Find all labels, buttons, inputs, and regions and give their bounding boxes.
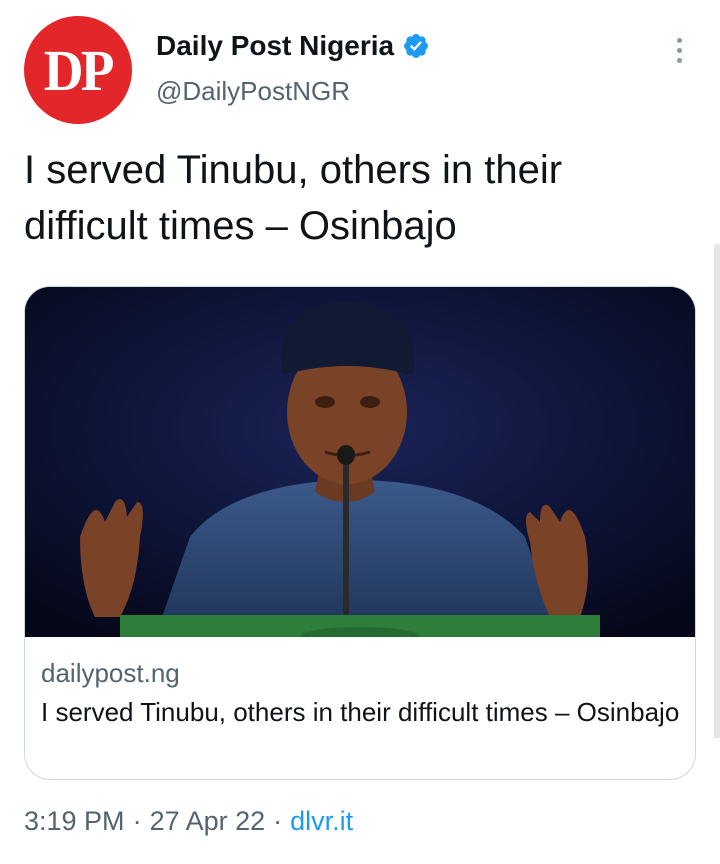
card-meta: dailypost.ng I served Tinubu, others in … bbox=[41, 655, 681, 731]
tweet-time[interactable]: 3:19 PM bbox=[24, 806, 125, 837]
separator: · bbox=[132, 806, 142, 836]
account-handle[interactable]: @DailyPostNGR bbox=[156, 76, 350, 107]
source-link[interactable]: dlvr.it bbox=[290, 806, 353, 837]
verified-badge-icon bbox=[404, 34, 429, 58]
card-image[interactable] bbox=[25, 287, 695, 637]
more-options-icon[interactable] bbox=[664, 30, 694, 70]
separator: · bbox=[273, 806, 283, 836]
tweet-text: I served Tinubu, others in their difficu… bbox=[24, 148, 563, 248]
tweet: DP Daily Post Nigeria @DailyPostNGR I se… bbox=[0, 0, 720, 864]
author-name-row: Daily Post Nigeria bbox=[156, 30, 430, 62]
card-domain: dailypost.ng bbox=[41, 658, 180, 688]
link-card[interactable]: dailypost.ng I served Tinubu, others in … bbox=[24, 286, 696, 780]
avatar-logo-text: DP bbox=[44, 37, 115, 103]
scrollbar[interactable] bbox=[714, 244, 720, 738]
tweet-date[interactable]: 27 Apr 22 bbox=[150, 806, 266, 837]
speaker-photo bbox=[25, 287, 695, 637]
card-title: I served Tinubu, others in their difficu… bbox=[41, 697, 680, 727]
display-name[interactable]: Daily Post Nigeria bbox=[156, 30, 394, 62]
tweet-metadata: 3:19 PM · 27 Apr 22 · dlvr.it bbox=[24, 806, 353, 837]
avatar[interactable]: DP bbox=[24, 16, 132, 124]
